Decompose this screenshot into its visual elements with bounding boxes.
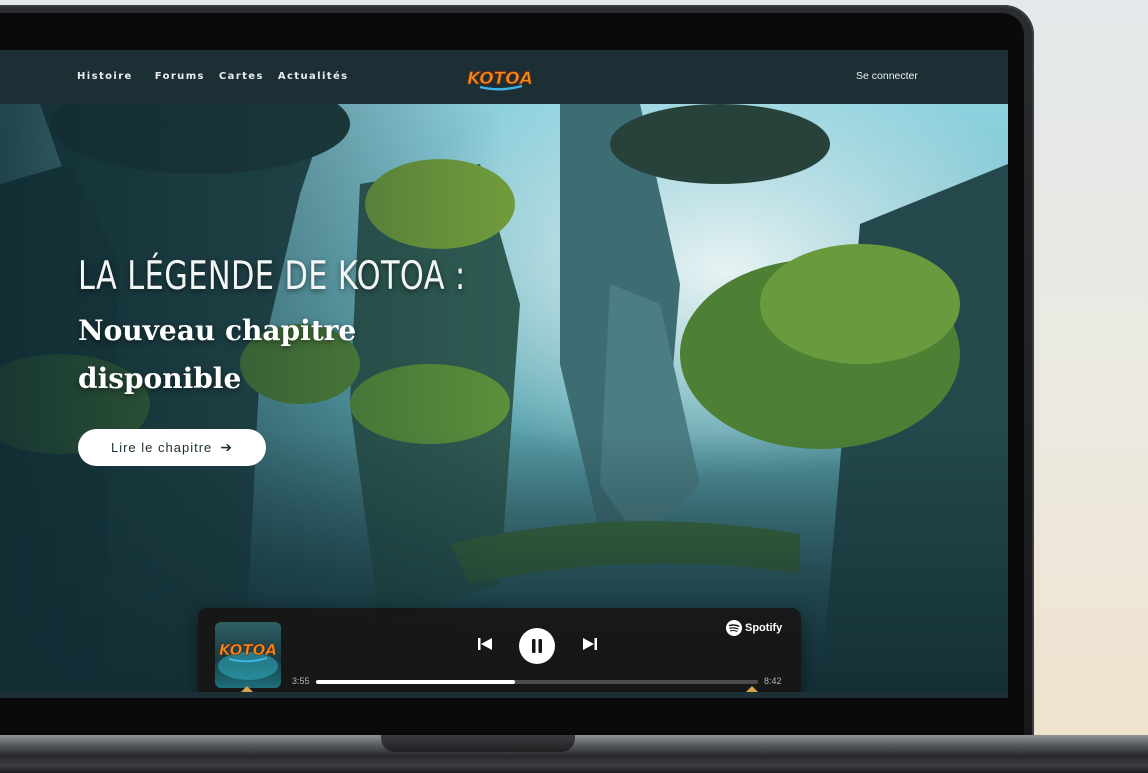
site-navbar: Histoire Forums Cartes Actualités KOTOA … — [0, 50, 1008, 104]
spotify-icon — [726, 620, 742, 636]
read-chapter-button[interactable]: Lire le chapitre ➔ — [78, 429, 266, 466]
nav-link-cartes[interactable]: Cartes — [219, 71, 264, 82]
footer-strip — [0, 692, 1008, 698]
album-cover-art: KOTOA — [218, 641, 278, 680]
arrow-right-icon: ➔ — [220, 439, 233, 455]
nav-link-histoire[interactable]: Histoire — [77, 71, 133, 82]
hero-section: LA LÉGENDE DE KOTOA : Nouveau chapitre d… — [0, 104, 1008, 698]
previous-track-icon[interactable] — [477, 636, 493, 652]
track-duration: 8:42 — [764, 676, 782, 686]
nav-links: Histoire Forums Cartes Actualités — [77, 71, 363, 82]
laptop-screen: Histoire Forums Cartes Actualités KOTOA … — [0, 50, 1008, 698]
login-link[interactable]: Se connecter — [856, 70, 918, 82]
gold-marker-icon — [746, 686, 758, 692]
laptop-base-edge — [0, 755, 1148, 773]
pause-icon — [532, 639, 542, 653]
album-cover-text: KOTOA — [219, 641, 277, 659]
nav-link-actualites[interactable]: Actualités — [278, 71, 349, 82]
progress-fill — [316, 680, 515, 684]
album-cover: KOTOA — [215, 622, 281, 688]
nav-link-forums[interactable]: Forums — [155, 71, 205, 82]
spotify-label: Spotify — [745, 622, 783, 634]
kotoa-logo-text: KOTOA — [467, 69, 533, 89]
laptop-notch — [381, 735, 575, 752]
hero-title: Nouveau chapitre disponible — [78, 314, 357, 395]
next-track-icon[interactable] — [582, 636, 598, 652]
spotify-brand: Spotify — [726, 620, 782, 636]
pause-button[interactable] — [519, 628, 555, 664]
spotify-player: KOTOA 3:55 8:42 Spotify — [198, 608, 801, 698]
kotoa-logo[interactable]: KOTOA — [466, 64, 534, 92]
current-time: 3:55 — [292, 676, 310, 686]
hero-kicker: LA LÉGENDE DE KOTOA : — [78, 254, 466, 299]
gold-marker-icon — [241, 686, 253, 692]
progress-bar[interactable] — [316, 680, 758, 684]
read-chapter-label: Lire le chapitre — [110, 440, 213, 455]
